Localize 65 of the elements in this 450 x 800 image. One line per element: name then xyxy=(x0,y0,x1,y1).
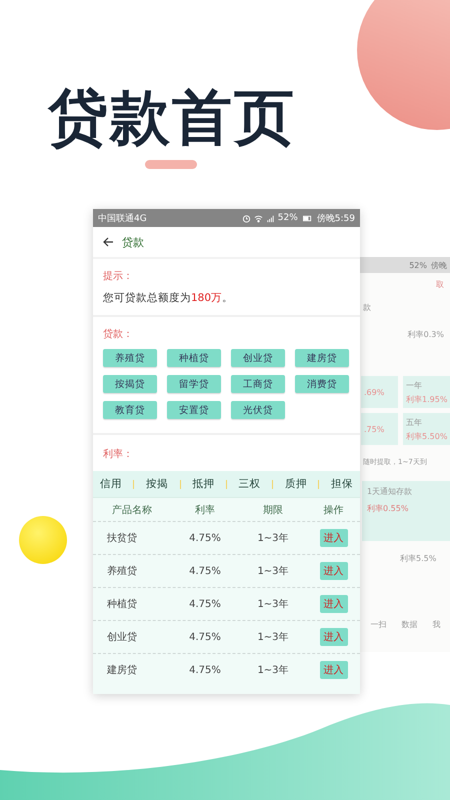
rate-tab[interactable]: 三权 xyxy=(236,477,263,491)
loan-type-button[interactable]: 按揭贷 xyxy=(103,375,157,393)
rates-label: 利率： xyxy=(103,448,134,461)
table-cell-text: 1~3年 xyxy=(256,598,290,611)
column-header: 产品名称 xyxy=(111,504,153,516)
loan-type-button[interactable]: 留学贷 xyxy=(167,375,221,393)
table-cell-text: 养殖贷 xyxy=(106,564,138,578)
rate-text: 利率0.3% xyxy=(408,329,444,340)
column-header: 操作 xyxy=(322,504,344,516)
header-title: 贷款 xyxy=(122,234,144,250)
signal-icon xyxy=(266,214,275,222)
term-text: 五年 xyxy=(406,416,423,428)
loan-type-button[interactable]: 光伏贷 xyxy=(231,401,285,419)
column-header: 期限 xyxy=(262,504,284,516)
loan-type-button[interactable]: 教育贷 xyxy=(103,401,157,419)
rate-tab[interactable]: 担保 xyxy=(329,477,356,491)
loan-type-button[interactable]: 消费贷 xyxy=(295,375,349,393)
table-cell-text: 1~3年 xyxy=(256,565,290,578)
time-text: 傍晚5:59 xyxy=(316,212,355,224)
table-cell-text: 1~3年 xyxy=(256,664,290,677)
rate-text: .75% xyxy=(364,424,386,434)
notice-text: 您可贷款总额度为 180万。 xyxy=(103,291,234,305)
rate-text: 利率5.50% xyxy=(406,430,448,442)
battery-text: 52% xyxy=(278,213,298,223)
table-cell-text: 4.75% xyxy=(188,632,222,642)
table-cell-text: 扶贫贷 xyxy=(106,532,138,545)
alarm-icon xyxy=(242,214,251,222)
table-cell-text: 创业贷 xyxy=(106,630,138,644)
back-arrow-icon[interactable] xyxy=(103,237,114,247)
title-underline xyxy=(145,160,197,169)
table-cell-text: 4.75% xyxy=(188,664,222,676)
rate-text: 利率5.5% xyxy=(400,553,436,564)
notice-label: 提示： xyxy=(103,270,134,283)
time-text: 傍晚 xyxy=(431,260,447,270)
loan-type-button[interactable]: 建房贷 xyxy=(295,349,349,367)
carrier-text: 中国联通4G xyxy=(98,212,147,224)
table-cell-text: 建房贷 xyxy=(106,664,138,677)
wifi-icon xyxy=(254,214,263,222)
rate-tab[interactable]: 抵押 xyxy=(190,477,216,491)
table-cell-text: 4.75% xyxy=(188,598,222,610)
term-text: 一年 xyxy=(406,380,423,390)
rate-tab[interactable]: 信用 xyxy=(98,477,124,491)
decorative-circle xyxy=(19,516,67,564)
loan-type-button[interactable]: 安置贷 xyxy=(167,401,221,419)
table-cell-text: 1~3年 xyxy=(256,532,290,545)
table-cell-text: 4.75% xyxy=(188,566,222,576)
page-title: 贷款首页 xyxy=(48,82,297,154)
loan-type-button[interactable]: 创业贷 xyxy=(231,349,285,367)
tab-label: 款 xyxy=(363,302,371,313)
loans-label: 贷款： xyxy=(103,328,134,341)
rate-text: 利率0.55% xyxy=(367,503,410,514)
loan-type-button[interactable]: 养殖贷 xyxy=(103,349,157,367)
column-header: 利率 xyxy=(194,504,216,516)
loan-type-button[interactable]: 工商贷 xyxy=(231,375,285,393)
rate-tab[interactable]: 按揭 xyxy=(144,477,170,491)
battery-text: 52% xyxy=(409,260,427,270)
rate-tab[interactable]: 质押 xyxy=(282,477,309,491)
rate-text: .69% xyxy=(364,388,386,396)
table-cell-text: 4.75% xyxy=(188,532,222,544)
deposit-title: 1天通知存款 xyxy=(367,486,414,497)
table-cell-text: 种植贷 xyxy=(106,598,138,611)
rate-text: 利率1.95% xyxy=(406,394,448,404)
battery-icon xyxy=(300,214,314,222)
loan-type-button[interactable]: 种植贷 xyxy=(167,349,221,367)
table-cell-text: 1~3年 xyxy=(256,631,290,644)
